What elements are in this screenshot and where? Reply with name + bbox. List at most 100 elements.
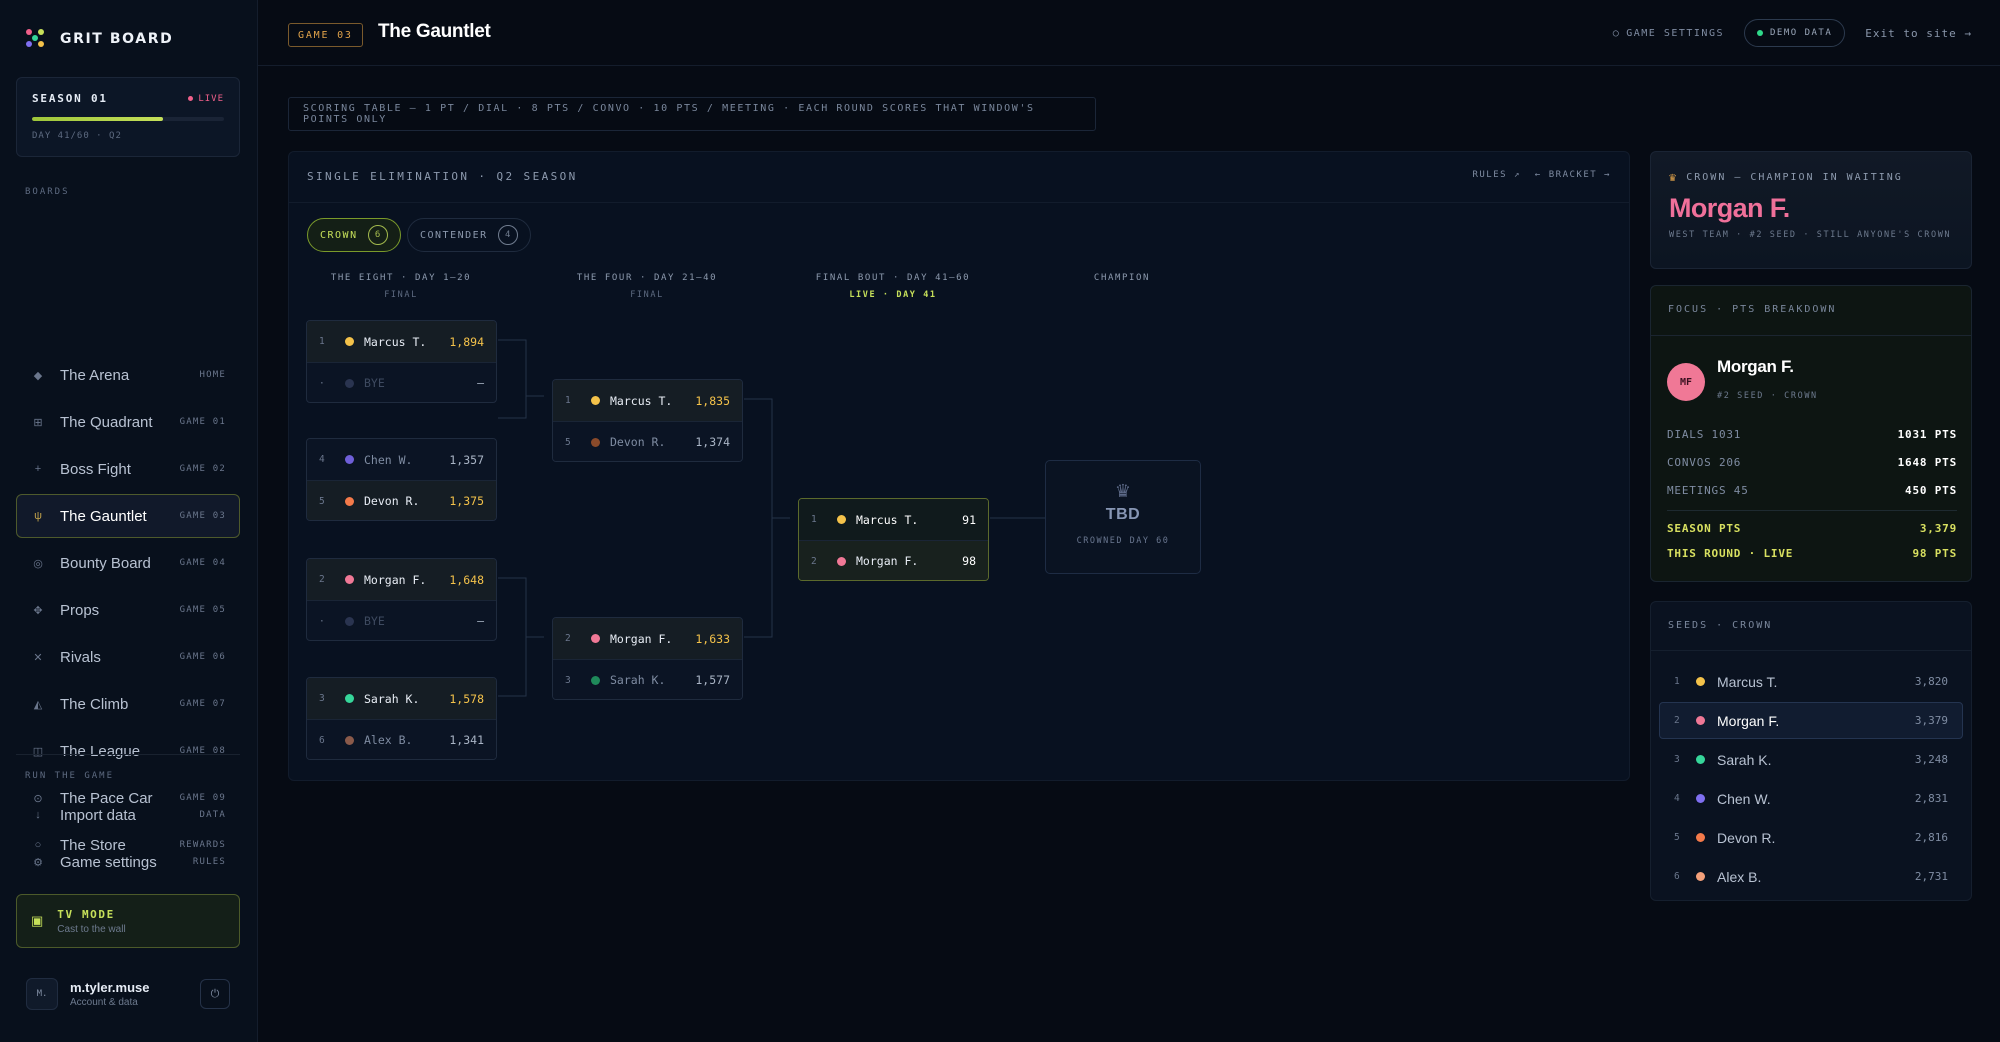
slot-score: 1,357 bbox=[449, 452, 484, 467]
player-dot-icon bbox=[345, 455, 354, 464]
match-slot: 5 Devon R. 1,375 bbox=[307, 480, 496, 520]
sidebar-divider bbox=[16, 754, 240, 755]
bracket-match[interactable]: 2 Morgan F. 1,648 · BYE – bbox=[306, 558, 497, 641]
seed-row[interactable]: 5 Devon R. 2,816 bbox=[1659, 819, 1963, 856]
slot-score: 1,578 bbox=[449, 691, 484, 706]
champion-name: TBD bbox=[1105, 506, 1141, 523]
sidebar-item-label: The Arena bbox=[60, 366, 130, 384]
user-account[interactable]: M. m.tyler.muse Account & data ⏻ bbox=[26, 976, 230, 1012]
grid-icon: ⊞ bbox=[33, 416, 43, 429]
bracket-match[interactable]: 3 Sarah K. 1,578 6 Alex B. 1,341 bbox=[306, 677, 497, 760]
slot-seed: 2 bbox=[319, 574, 325, 585]
player-dot-icon bbox=[837, 556, 846, 566]
seed-score: 2,816 bbox=[1914, 831, 1948, 844]
seed-number: 6 bbox=[1674, 871, 1680, 882]
sidebar-item-label: Game settings bbox=[60, 853, 157, 871]
sidebar-item-game-settings[interactable]: ⚙ Game settings RULES bbox=[16, 840, 240, 884]
player-dot-icon bbox=[591, 396, 600, 405]
slot-name: Marcus T. bbox=[364, 334, 427, 349]
seed-row[interactable]: 3 Sarah K. 3,248 bbox=[1659, 741, 1963, 778]
seed-number: 4 bbox=[1674, 793, 1680, 804]
player-dot-icon bbox=[837, 515, 846, 524]
slot-score: – bbox=[477, 614, 484, 628]
crosshair-icon: + bbox=[34, 463, 42, 475]
run-section-label: RUN THE GAME bbox=[25, 771, 115, 781]
sidebar-item-tag: DATA bbox=[199, 810, 226, 820]
bracket-nav-link[interactable]: ← BRACKET → bbox=[1535, 170, 1611, 180]
boards-section-label: BOARDS bbox=[25, 187, 70, 197]
match-slot: 1 Marcus T. 1,894 bbox=[307, 321, 496, 362]
season-card: SEASON 01 LIVE DAY 41/60 · Q2 bbox=[16, 77, 240, 157]
sidebar-item-boss-fight[interactable]: + Boss Fight GAME 02 bbox=[16, 447, 240, 491]
sidebar-item-bounty-board[interactable]: ◎ Bounty Board GAME 04 bbox=[16, 541, 240, 585]
sidebar-item-tag: GAME 06 bbox=[179, 652, 226, 662]
slot-seed: 1 bbox=[565, 395, 571, 406]
slot-score: 91 bbox=[962, 512, 976, 527]
player-dot-icon bbox=[1696, 677, 1705, 686]
player-dot-icon bbox=[591, 437, 600, 447]
rules-link[interactable]: RULES ↗ bbox=[1472, 170, 1520, 180]
match-slot: 5 Devon R. 1,374 bbox=[553, 421, 742, 461]
slot-score: 1,577 bbox=[695, 673, 730, 687]
slot-name: Sarah K. bbox=[610, 673, 666, 687]
focus-sub: #2 SEED · CROWN bbox=[1717, 391, 1818, 401]
sidebar-item-import-data[interactable]: ↓ Import data DATA bbox=[16, 793, 240, 837]
sidebar-item-label: Props bbox=[60, 601, 100, 619]
match-slot: 1 Marcus T. 91 bbox=[799, 499, 988, 540]
exit-link[interactable]: Exit to site → bbox=[1865, 27, 1972, 40]
tab-count: 6 bbox=[367, 225, 388, 245]
seed-row[interactable]: 4 Chen W. 2,831 bbox=[1659, 780, 1963, 817]
target-icon: ◎ bbox=[33, 557, 43, 570]
match-slot: 2 Morgan F. 1,648 bbox=[307, 559, 496, 600]
fork-icon: ψ bbox=[34, 510, 42, 522]
table-icon: ◫ bbox=[32, 745, 44, 758]
breakdown-row: DIALS 1031 1031 PTS bbox=[1667, 428, 1957, 441]
sidebar-item-the-arena[interactable]: ◆ The Arena HOME bbox=[16, 353, 240, 397]
slot-score: 1,375 bbox=[449, 494, 484, 508]
sidebar-item-the-league[interactable]: ◫ The League GAME 08 bbox=[16, 729, 240, 773]
avatar: MF bbox=[1667, 363, 1705, 401]
slot-score: 1,633 bbox=[695, 631, 730, 646]
match-slot: 2 Morgan F. 98 bbox=[799, 540, 988, 580]
demo-data-toggle[interactable]: DEMO DATA bbox=[1744, 19, 1846, 47]
sidebar-item-rivals[interactable]: ✕ Rivals GAME 06 bbox=[16, 635, 240, 679]
seed-score: 3,820 bbox=[1914, 675, 1948, 688]
sidebar-item-props[interactable]: ✥ Props GAME 05 bbox=[16, 588, 240, 632]
tv-icon: ▣ bbox=[31, 913, 44, 928]
slot-seed: 1 bbox=[319, 336, 325, 347]
seed-row[interactable]: 6 Alex B. 2,731 bbox=[1659, 858, 1963, 895]
slot-name: BYE bbox=[364, 376, 385, 390]
match-slot: 2 Morgan F. 1,633 bbox=[553, 618, 742, 659]
final-match[interactable]: 1 Marcus T. 91 2 Morgan F. 98 bbox=[798, 498, 989, 581]
sidebar-item-the-quadrant[interactable]: ⊞ The Quadrant GAME 01 bbox=[16, 400, 240, 444]
bracket-match[interactable]: 4 Chen W. 1,357 5 Devon R. 1,375 bbox=[306, 438, 497, 521]
tab-crown[interactable]: CROWN 6 bbox=[307, 218, 401, 252]
bracket-match[interactable]: 2 Morgan F. 1,633 3 Sarah K. 1,577 bbox=[552, 617, 743, 700]
slot-name: Marcus T. bbox=[610, 393, 673, 408]
match-slot: 4 Chen W. 1,357 bbox=[307, 439, 496, 480]
match-slot: · BYE – bbox=[307, 362, 496, 402]
brand[interactable]: GRIT BOARD bbox=[24, 26, 173, 52]
slot-name: BYE bbox=[364, 614, 385, 628]
slot-name: Chen W. bbox=[364, 452, 413, 467]
tv-mode-button[interactable]: ▣ TV MODE Cast to the wall bbox=[16, 894, 240, 948]
page-title: The Gauntlet bbox=[378, 21, 491, 42]
breakdown-row: MEETINGS 45 450 PTS bbox=[1667, 484, 1957, 497]
game-settings-link[interactable]: ○ GAME SETTINGS bbox=[1613, 28, 1724, 39]
brand-title: GRIT BOARD bbox=[60, 31, 174, 47]
seed-row[interactable]: 1 Marcus T. 3,820 bbox=[1659, 663, 1963, 700]
bracket-match[interactable]: 1 Marcus T. 1,835 5 Devon R. 1,374 bbox=[552, 379, 743, 462]
slot-name: Devon R. bbox=[610, 435, 666, 449]
power-button[interactable]: ⏻ bbox=[200, 979, 230, 1009]
live-dot-icon bbox=[188, 96, 194, 101]
tv-mode-title: TV MODE bbox=[57, 907, 115, 921]
seed-row[interactable]: 2 Morgan F. 3,379 bbox=[1659, 702, 1963, 739]
sidebar-item-the-climb[interactable]: ◭ The Climb GAME 07 bbox=[16, 682, 240, 726]
champion-slot: ♛ TBD CROWNED DAY 60 bbox=[1045, 460, 1201, 574]
bracket-match[interactable]: 1 Marcus T. 1,894 · BYE – bbox=[306, 320, 497, 403]
tab-contender[interactable]: CONTENDER 4 bbox=[407, 218, 531, 252]
slot-score: 1,648 bbox=[449, 572, 484, 587]
sidebar-item-label: Bounty Board bbox=[60, 554, 151, 572]
slot-name: Morgan F. bbox=[364, 572, 427, 587]
sidebar-item-the-gauntlet[interactable]: ψ The Gauntlet GAME 03 bbox=[16, 494, 240, 538]
